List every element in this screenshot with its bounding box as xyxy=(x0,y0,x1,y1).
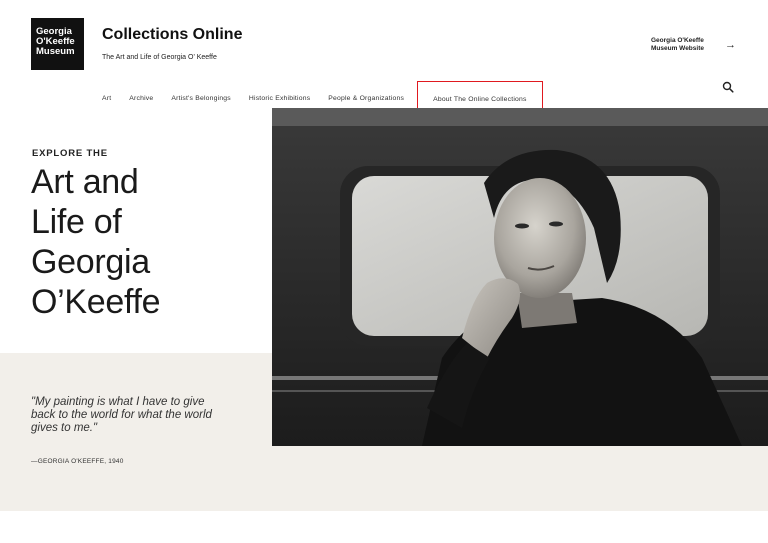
hero-eyebrow: EXPLORE THE xyxy=(32,148,108,159)
search-icon xyxy=(722,81,734,93)
hero-intro: EXPLORE THE Art and Life of Georgia O’Ke… xyxy=(0,108,272,353)
logo-line: Museum xyxy=(36,46,75,57)
quote-text: "My painting is what I have to give back… xyxy=(31,396,212,434)
nav-item-historic-exhibitions[interactable]: Historic Exhibitions xyxy=(249,95,310,102)
nav-item-archive[interactable]: Archive xyxy=(129,95,153,102)
hero-heading-line: Life of xyxy=(31,203,122,241)
hero-portrait-photo xyxy=(272,108,768,446)
hero-heading-line: Georgia xyxy=(31,243,150,281)
museum-website-link[interactable]: Georgia O'Keeffe Museum Website → xyxy=(651,37,736,53)
hero-heading: Art and Life of Georgia O’Keeffe xyxy=(31,162,261,322)
search-button[interactable] xyxy=(722,80,734,93)
hero-heading-line: O’Keeffe xyxy=(31,283,161,321)
museum-website-line-1: Georgia O'Keeffe xyxy=(651,37,704,44)
quote-attribution: —GEORGIA O'KEEFFE, 1940 xyxy=(31,458,124,465)
site-title[interactable]: Collections Online xyxy=(102,26,242,44)
nav-item-people-organizations[interactable]: People & Organizations xyxy=(328,95,404,102)
arrow-right-icon: → xyxy=(725,39,736,51)
site-subtitle: The Art and Life of Georgia O' Keeffe xyxy=(102,54,217,61)
museum-website-line-2: Museum Website xyxy=(651,45,704,52)
nav-item-art[interactable]: Art xyxy=(102,95,111,102)
museum-website-link-label: Georgia O'Keeffe Museum Website xyxy=(651,37,721,53)
nav-item-artists-belongings[interactable]: Artist's Belongings xyxy=(171,95,231,102)
hero-heading-line: Art and xyxy=(31,163,139,201)
museum-logo[interactable]: Georgia O'Keeffe Museum xyxy=(31,18,84,70)
